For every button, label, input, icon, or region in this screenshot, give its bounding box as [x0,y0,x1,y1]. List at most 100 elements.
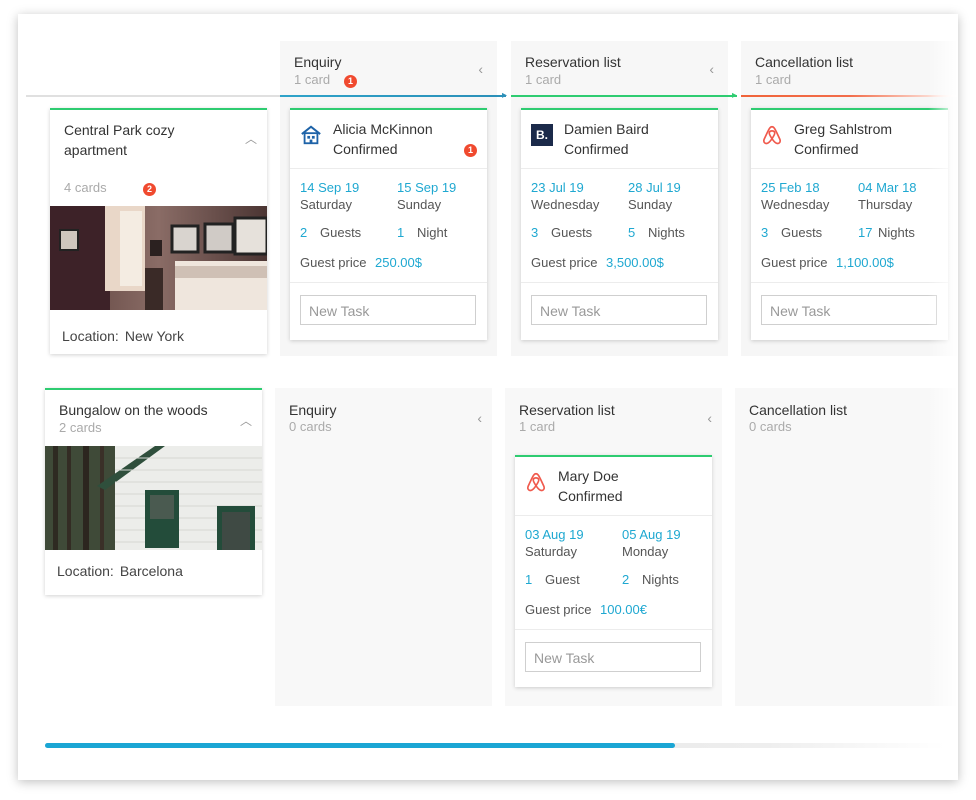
nights-label: Nights [642,572,679,587]
guests-label: Guests [781,225,823,240]
horizontal-scrollbar-thumb[interactable] [45,743,675,748]
new-task-input[interactable]: New Task [531,295,707,325]
column-title: Reservation list [525,54,621,70]
house-icon [301,125,321,145]
price-value: 1,100.00$ [836,255,894,270]
divider [290,168,487,169]
divider [521,282,718,283]
price-label: Guest price [525,602,592,617]
guest-name: Damien Baird Confirmed [564,119,649,159]
column-count: 0 cards [289,419,332,434]
property-photo-bedroom [50,206,267,310]
check-out-date: 04 Mar 18 [858,180,917,195]
property-location: Location: New York [62,328,184,344]
column-cancellation: Cancellation list 0 cards [735,388,958,706]
check-in-date: 23 Jul 19 [531,180,584,195]
location-label: Location: [57,563,114,579]
divider [515,515,712,516]
collapse-icon[interactable]: ‹ [709,61,714,77]
collapse-icon[interactable]: ‹ [477,410,482,426]
guests-count: 3 [531,225,539,240]
location-label: Location: [62,328,119,344]
property-location: Location: Barcelona [57,563,183,579]
column-title: Reservation list [519,402,615,418]
reservation-card[interactable]: B. Damien Baird Confirmed 23 Jul 19 Wedn… [521,108,718,340]
guest-name: Greg Sahlstrom Confirmed [794,119,892,159]
property-title-line: Central Park cozy [64,122,175,138]
guest-name-text: Greg Sahlstrom [794,121,893,137]
divider [290,282,487,283]
arrow-icon: ▸ [502,90,508,101]
guests-count: 2 [300,225,308,240]
property-card-count: 2 cards [59,420,102,435]
guests-count: 1 [525,572,533,587]
column-count: 1 card [294,72,331,87]
guest-name: Alicia McKinnon Confirmed [333,119,433,159]
property-title: Bungalow on the woods [59,402,208,418]
nights-count: 1 [397,225,405,240]
property-title: Central Park cozy apartment [64,120,174,160]
column-header-enquiry[interactable]: Enquiry 1 card ‹ [280,41,497,95]
price-label: Guest price [531,255,598,270]
nights-label: Nights [878,225,915,240]
property-title-line: apartment [64,142,128,158]
airbnb-icon [527,472,545,492]
price-label: Guest price [761,255,828,270]
guest-name-text: Damien Baird [564,121,649,137]
column-title: Enquiry [289,402,337,418]
collapse-icon[interactable]: ‹ [707,410,712,426]
guest-name: Mary Doe Confirmed [558,466,623,506]
nights-count: 17 [858,225,873,240]
column-count: 1 card [755,72,792,87]
check-in-weekday: Wednesday [531,197,600,212]
property-photo-bungalow [45,446,262,550]
divider [515,629,712,630]
guests-count: 3 [761,225,769,240]
reservation-card[interactable]: Greg Sahlstrom Confirmed 25 Feb 18 Wedne… [751,108,948,340]
nights-label: Nights [648,225,685,240]
reservation-card[interactable]: Mary Doe Confirmed 03 Aug 19 Saturday 05… [515,455,712,687]
collapse-icon[interactable]: ‹ [478,61,483,77]
check-out-weekday: Sunday [628,197,673,212]
divider [521,168,718,169]
check-in-date: 03 Aug 19 [525,527,584,542]
divider [751,168,948,169]
booking-status: Confirmed [333,141,398,157]
new-task-input[interactable]: New Task [300,295,476,325]
notification-badge: 1 [464,144,477,157]
booking-b-icon: B. [531,124,553,146]
column-header-reservation[interactable]: Reservation list 1 card ‹ [511,41,728,95]
nights-label: Night [417,225,448,240]
column-title: Enquiry [294,54,342,70]
guests-label: Guests [551,225,593,240]
property-card[interactable]: Central Park cozy apartment ︿ 4 cards 2 … [50,108,267,354]
price-value: 250.00$ [375,255,422,270]
guest-name-text: Alicia McKinnon [333,121,433,137]
price-value: 100.00€ [600,602,647,617]
location-value: Barcelona [119,563,183,579]
notification-badge: 2 [143,183,156,196]
chevron-up-icon[interactable]: ︿ [240,412,252,429]
price-value: 3,500.00$ [606,255,664,270]
property-card-count: 4 cards [64,180,107,195]
app-frame: ▸ ▸ Enquiry 1 card ‹ 1 Reservation list … [18,14,958,780]
column-title: Cancellation list [749,402,848,418]
reservation-card[interactable]: Alicia McKinnon Confirmed 1 14 Sep 19 Sa… [290,108,487,340]
check-in-weekday: Saturday [525,544,578,559]
property-card[interactable]: Bungalow on the woods ︿ 2 cards Location… [45,388,262,595]
guests-label: Guest [545,572,580,587]
column-header-cancellation[interactable]: Cancellation list 1 card [741,41,958,95]
check-in-weekday: Wednesday [761,197,830,212]
airbnb-icon [763,125,781,145]
guest-name-text: Mary Doe [558,468,619,484]
check-out-weekday: Monday [622,544,669,559]
column-enquiry: Enquiry 0 cards ‹ [275,388,492,706]
check-in-date: 25 Feb 18 [761,180,820,195]
booking-status: Confirmed [794,141,859,157]
chevron-up-icon[interactable]: ︿ [245,130,257,147]
price-label: Guest price [300,255,367,270]
column-count: 1 card [525,72,562,87]
new-task-input[interactable]: New Task [525,642,701,672]
check-in-date: 14 Sep 19 [300,180,360,195]
new-task-input[interactable]: New Task [761,295,937,325]
